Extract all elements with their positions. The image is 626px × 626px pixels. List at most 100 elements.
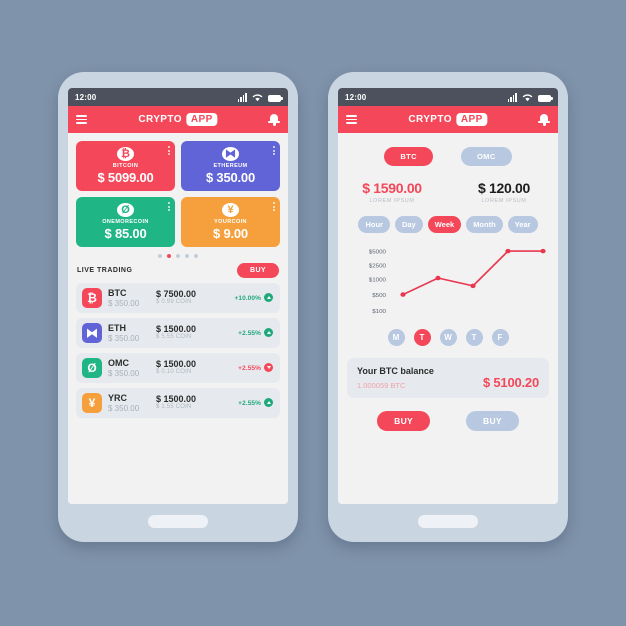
kebab-menu-icon[interactable] (273, 146, 275, 155)
coin-card-onemorecoin[interactable]: Ø ONEMORECOIN $ 85.00 (76, 197, 175, 247)
pagination-dot-active[interactable] (167, 254, 171, 258)
coin-card-name: YOURCOIN (214, 219, 247, 225)
row-coin: $ 0.10 COIN (156, 369, 192, 376)
battery-icon (538, 94, 553, 102)
status-icons (237, 92, 283, 102)
screen-detail: 12:00 CRYPTO APP BTC OMC $ 1590.00 LOREM… (338, 88, 558, 504)
row-value-block: $ 1500.00 $ 5.55 COIN (156, 324, 232, 342)
tab-omc[interactable]: OMC (460, 147, 512, 166)
chart-point (400, 292, 406, 297)
coin-card-name: ONEMORECOIN (102, 219, 149, 225)
day-t2[interactable]: T (465, 329, 483, 346)
table-row[interactable]: ¥ YRC $ 350.00 $ 1500.00 $ 1.55 COIN +2.… (76, 388, 280, 418)
pagination-dot[interactable] (194, 254, 198, 258)
price-chart: $5000 $2500 $1000 $500 $100 (338, 233, 558, 325)
y-tick-label: $2500 (369, 264, 386, 270)
table-row[interactable]: Ø OMC $ 350.00 $ 1500.00 $ 0.10 COIN +2.… (76, 353, 280, 383)
period-hour[interactable]: Hour (358, 216, 390, 233)
kebab-menu-icon[interactable] (273, 202, 275, 211)
row-percent: +2.55% (238, 400, 261, 407)
coin-card-name: BITCOIN (112, 163, 139, 169)
screen-home: 12:00 CRYPTO APP ₿ BITCOIN $ 5099.00 ⧓ E… (68, 88, 288, 504)
arrow-up-icon (264, 398, 273, 407)
row-subprice: $ 350.00 (108, 368, 140, 378)
buy-button[interactable]: BUY (237, 263, 279, 278)
wifi-icon (252, 93, 263, 101)
pagination-dot[interactable] (176, 254, 180, 258)
chart-point (470, 283, 476, 289)
price-summary: $ 1590.00 LOREM IPSUM $ 120.00 LOREM IPS… (338, 166, 558, 204)
row-value-block: $ 1500.00 $ 0.10 COIN (156, 359, 232, 377)
kebab-menu-icon[interactable] (168, 146, 170, 155)
chart-point (435, 275, 441, 281)
app-header: CRYPTO APP (68, 106, 288, 133)
battery-icon (268, 94, 283, 102)
row-symbol-block: YRC $ 350.00 (108, 393, 150, 413)
row-value-block: $ 1500.00 $ 1.55 COIN (156, 394, 232, 412)
carousel-pagination[interactable] (68, 247, 288, 263)
table-row[interactable]: ⧓ ETH $ 350.00 $ 1500.00 $ 5.55 COIN +2.… (76, 318, 280, 348)
buy-button-primary[interactable]: BUY (377, 411, 430, 431)
row-subprice: $ 350.00 (108, 333, 140, 343)
kebab-menu-icon[interactable] (168, 202, 170, 211)
hamburger-menu-icon[interactable] (76, 115, 87, 124)
home-button[interactable] (148, 515, 208, 528)
buy-button-secondary[interactable]: BUY (466, 411, 519, 431)
row-value: $ 1500.00 (156, 358, 197, 369)
period-month[interactable]: Month (466, 216, 503, 233)
notification-bell-icon[interactable] (538, 113, 550, 126)
coin-card-bitcoin[interactable]: ₿ BITCOIN $ 5099.00 (76, 141, 175, 191)
row-symbol-block: ETH $ 350.00 (108, 323, 150, 343)
yourcoin-icon: ¥ (222, 203, 239, 217)
hamburger-menu-icon[interactable] (346, 115, 357, 124)
row-symbol: YRC (108, 393, 128, 404)
pagination-dot[interactable] (185, 254, 189, 258)
period-year[interactable]: Year (507, 216, 538, 233)
coin-card-yourcoin[interactable]: ¥ YOURCOIN $ 9.00 (181, 197, 280, 247)
coin-card-name: ETHEREUM (213, 163, 248, 169)
pair-tab-group: BTC OMC (338, 133, 558, 166)
tab-btc[interactable]: BTC (384, 147, 433, 166)
status-bar: 12:00 (338, 88, 558, 106)
coin-card-grid: ₿ BITCOIN $ 5099.00 ⧓ ETHEREUM $ 350.00 … (68, 133, 288, 247)
signal-bars-icon (237, 92, 247, 102)
trading-list: ₿ BTC $ 350.00 $ 7500.00 $ 0.99 COIN +10… (68, 283, 288, 418)
notification-bell-icon[interactable] (268, 113, 280, 126)
coin-card-ethereum[interactable]: ⧓ ETHEREUM $ 350.00 (181, 141, 280, 191)
row-change-block: +2.55% (238, 363, 273, 373)
pagination-dot[interactable] (158, 254, 162, 258)
price-block-omc: $ 120.00 LOREM IPSUM (460, 180, 548, 204)
day-f[interactable]: F (491, 329, 509, 346)
phone-left: 12:00 CRYPTO APP ₿ BITCOIN $ 5099.00 ⧓ E… (58, 72, 298, 542)
price-value: $ 120.00 (477, 180, 531, 196)
day-m[interactable]: M (387, 329, 405, 346)
period-day[interactable]: Day (394, 216, 423, 233)
live-trading-header: LIVE TRADING BUY (68, 263, 288, 278)
ethereum-icon: ⧓ (82, 323, 102, 343)
row-value: $ 1500.00 (156, 323, 197, 334)
day-t1[interactable]: T (413, 329, 431, 346)
live-trading-label: LIVE TRADING (77, 267, 133, 274)
arrow-up-icon (264, 293, 273, 302)
y-tick-label: $100 (372, 309, 386, 315)
chart-svg: $5000 $2500 $1000 $500 $100 (369, 248, 546, 315)
yourcoin-icon: ¥ (82, 393, 102, 413)
row-symbol: ETH (108, 323, 126, 334)
status-bar: 12:00 (68, 88, 288, 106)
brand-text-crypto: CRYPTO (408, 114, 452, 125)
action-buttons: BUY BUY (338, 398, 558, 431)
period-week[interactable]: Week (427, 216, 462, 233)
status-clock: 12:00 (345, 92, 367, 102)
onemorecoin-icon: Ø (82, 358, 102, 378)
brand-logo: CRYPTO APP (138, 113, 218, 126)
price-value: $ 1590.00 (362, 180, 422, 196)
home-button[interactable] (418, 515, 478, 528)
table-row[interactable]: ₿ BTC $ 350.00 $ 7500.00 $ 0.99 COIN +10… (76, 283, 280, 313)
row-value: $ 7500.00 (156, 288, 197, 299)
price-block-btc: $ 1590.00 LOREM IPSUM (348, 180, 436, 204)
brand-text-crypto: CRYPTO (138, 114, 182, 125)
y-tick-label: $500 (372, 293, 386, 299)
row-change-block: +2.55% (238, 398, 273, 408)
period-filter-group: Hour Day Week Month Year (338, 204, 558, 233)
day-w[interactable]: W (439, 329, 457, 346)
